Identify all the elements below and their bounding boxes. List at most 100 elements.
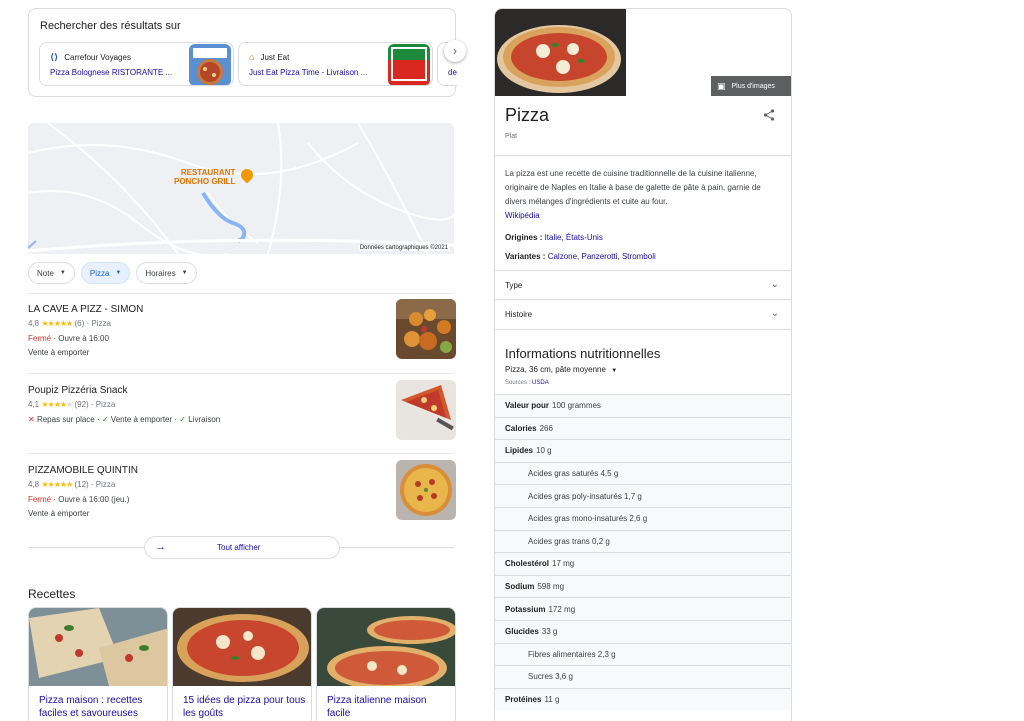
rating-stars: ★★★★★	[41, 319, 73, 328]
search-results-on-panel: Rechercher des résultats sur ⟨⟩ Carrefou…	[28, 8, 457, 97]
place-photo[interactable]	[396, 299, 456, 359]
place-services: ✕ Repas sur place · ✓ Vente à emporter ·…	[28, 415, 221, 424]
nutrition-row: Glucides 33 g	[495, 619, 791, 643]
nutrition-subrow: Acides gras poly-insaturés 1,7 g	[495, 484, 791, 507]
source-link[interactable]: Pizza Bolognese RISTORANTE ...	[50, 68, 172, 77]
rating-star-empty: ★	[66, 400, 73, 409]
image-icon: ▣	[717, 80, 726, 91]
check-icon: ✓	[179, 415, 186, 424]
chevron-right-icon: ›	[453, 44, 457, 58]
place-photo[interactable]	[396, 460, 456, 520]
place-hours: Fermé · Ouvre à 16:00	[28, 334, 109, 343]
caret-down-icon: ▼	[181, 270, 188, 276]
description: La pizza est une recette de cuisine trad…	[505, 169, 761, 220]
recipe-card[interactable]: Pizza italienne maison facile	[316, 607, 456, 721]
check-icon: ✓	[101, 415, 109, 424]
source-card-carrefour[interactable]: ⟨⟩ Carrefour Voyages Pizza Bolognese RIS…	[39, 42, 234, 86]
chip-pizza[interactable]: Pizza ▼	[80, 262, 131, 284]
recipe-card[interactable]: Pizza maison : recettes faciles et savou…	[28, 607, 168, 721]
just-eat-logo-icon: ⌂	[249, 52, 255, 62]
nutrition-sources: Sources : USDA	[505, 380, 549, 386]
chip-note[interactable]: Note ▼	[28, 262, 75, 284]
place-name[interactable]: LA CAVE A PIZZ - SIMON	[28, 304, 143, 315]
map-roads	[28, 123, 454, 254]
place-hours: Fermé · Ouvre à 16:00 (jeu.)	[28, 495, 130, 504]
chevron-down-icon: ⌄	[770, 279, 779, 290]
place-service: Vente à emporter	[28, 348, 90, 357]
accordion-type[interactable]: Type ⌄	[495, 271, 791, 300]
place-name[interactable]: PIZZAMOBILE QUINTIN	[28, 465, 138, 476]
rating-stars: ★★★★★	[41, 480, 73, 489]
nutrition-row: Lipides 10 g	[495, 439, 791, 462]
usda-link[interactable]: USDA	[532, 380, 549, 386]
source-link[interactable]: Just Eat Pizza Time - Livraison ...	[249, 68, 367, 77]
knowledge-panel: ▣ Plus d'images Pizza Plat La pizza est …	[494, 8, 792, 721]
origins-row: Origines : Italie, États-Unis	[505, 233, 603, 242]
recipes-heading: Recettes	[28, 587, 76, 601]
recipe-image	[317, 608, 455, 690]
map-place-label[interactable]: RESTAURANT PONCHO GRILL	[174, 168, 235, 186]
place-rating: 4,1 ★★★★★ (92) · Pizza	[28, 400, 116, 409]
source-name: ⟨⟩ Carrefour Voyages	[50, 52, 131, 62]
place-photo[interactable]	[396, 380, 456, 440]
place-rating: 4,8 ★★★★★ (6) · Pizza	[28, 319, 111, 328]
source-cards-row: ⟨⟩ Carrefour Voyages Pizza Bolognese RIS…	[39, 42, 457, 88]
next-sources-button[interactable]: ›	[444, 40, 466, 62]
recipe-image	[173, 608, 311, 686]
nutrition-subrow: Sucres 3,6 g	[495, 665, 791, 688]
divider	[28, 373, 454, 374]
map[interactable]: RESTAURANT PONCHO GRILL Données cartogra…	[28, 123, 454, 254]
caret-down-icon: ▼	[115, 270, 122, 276]
nutrition-subrow: Fibres alimentaires 2,3 g	[495, 642, 791, 666]
wikipedia-link[interactable]: Wikipédia	[505, 211, 540, 220]
recipe-title[interactable]: 15 idées de pizza pour tous les goûts	[183, 694, 307, 720]
divider	[28, 293, 454, 294]
recipe-title[interactable]: Pizza maison : recettes faciles et savou…	[39, 694, 163, 720]
nutrition-row: Valeur pour 100 grammes	[495, 394, 791, 417]
recipe-title[interactable]: Pizza italienne maison facile	[327, 694, 451, 720]
divider	[495, 329, 791, 330]
place-result[interactable]: PIZZAMOBILE QUINTIN 4,8 ★★★★★ (12) · Piz…	[28, 460, 456, 535]
caret-down-icon: ▼	[59, 270, 66, 276]
chip-horaires[interactable]: Horaires ▼	[136, 262, 197, 284]
place-result[interactable]: Poupiz Pizzéria Snack 4,1 ★★★★★ (92) · P…	[28, 380, 456, 455]
place-rating: 4,8 ★★★★★ (12) · Pizza	[28, 480, 116, 489]
variants-row: Variantes : Calzone, Panzerotti, Strombo…	[505, 252, 656, 261]
divider	[495, 155, 791, 156]
nutrition-title: Informations nutritionnelles	[505, 346, 661, 361]
place-result[interactable]: LA CAVE A PIZZ - SIMON 4,8 ★★★★★ (6) · P…	[28, 299, 456, 374]
nutrition-row: Calories 266	[495, 416, 791, 440]
place-name[interactable]: Poupiz Pizzéria Snack	[28, 385, 128, 396]
panel-subtitle: Plat	[505, 133, 518, 140]
carrefour-logo-icon: ⟨⟩	[50, 52, 59, 62]
map-copyright: Données cartographiques ©2021	[357, 245, 450, 251]
accordion-histoire[interactable]: Histoire ⌄	[495, 300, 791, 329]
source-card-just-eat[interactable]: ⌂ Just Eat Just Eat Pizza Time - Livrais…	[238, 42, 433, 86]
source-link[interactable]: del	[448, 68, 457, 77]
nutrition-row: Cholestérol 17 mg	[495, 552, 791, 575]
pizza-box-thumbnail	[189, 44, 231, 85]
place-service: Vente à emporter	[28, 509, 90, 518]
panel-title: Pizza	[505, 105, 550, 125]
recipe-card[interactable]: 15 idées de pizza pour tous les goûts	[172, 607, 312, 721]
nutrition-table: Valeur pour 100 grammes Calories 266 Lipides…	[495, 394, 791, 711]
show-all-button[interactable]: → Tout afficher	[144, 536, 340, 559]
nutrition-subrow: Acides gras trans 0,2 g	[495, 529, 791, 553]
nutrition-subrow: Acides gras saturés 4,5 g	[495, 461, 791, 485]
arrow-right-icon: →	[155, 541, 166, 553]
rating-stars: ★★★★	[41, 400, 67, 409]
chevron-down-icon: ⌄	[770, 308, 779, 319]
nutrition-row: Sodium 598 mg	[495, 574, 791, 598]
filter-chips: Note ▼ Pizza ▼ Horaires ▼	[28, 262, 197, 284]
variants-links[interactable]: Calzone, Panzerotti, Stromboli	[548, 252, 656, 261]
share-icon[interactable]	[763, 109, 775, 124]
search-on-title: Rechercher des résultats sur	[40, 20, 181, 32]
nutrition-row: Protéines 11 g	[495, 687, 791, 711]
recipe-image	[29, 608, 167, 686]
origins-links[interactable]: Italie, États-Unis	[545, 233, 603, 242]
pizza-main-image[interactable]	[495, 9, 626, 96]
source-name: ⌂ Just Eat	[249, 52, 290, 62]
serving-selector[interactable]: Pizza, 36 cm, pâte moyenne ▼	[505, 365, 617, 374]
divider	[28, 453, 454, 454]
more-images-button[interactable]: ▣ Plus d'images	[711, 76, 791, 96]
